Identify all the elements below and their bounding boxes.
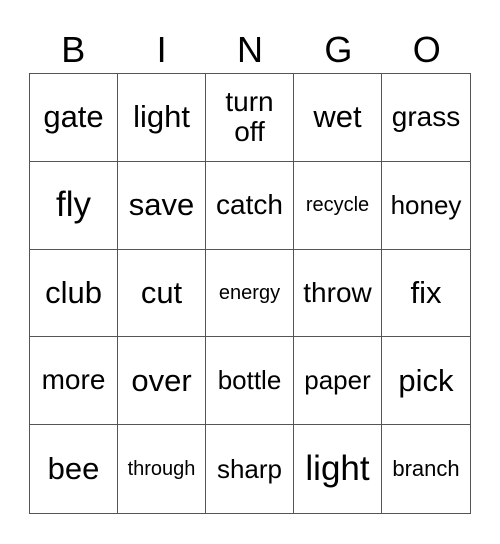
bingo-cell: gate bbox=[30, 74, 118, 162]
bingo-cell: branch bbox=[392, 456, 460, 481]
bingo-cell: recycle bbox=[294, 161, 382, 250]
bingo-cell: paper bbox=[294, 337, 382, 426]
bingo-cell: wet bbox=[294, 74, 382, 162]
bingo-cell: bee bbox=[30, 425, 118, 513]
bingo-cell: honey bbox=[382, 162, 470, 250]
bingo-cell: light bbox=[294, 425, 382, 513]
bingo-cell: cut bbox=[118, 249, 206, 338]
bingo-cell: save bbox=[118, 161, 206, 250]
header-letter-b: B bbox=[61, 29, 86, 70]
bingo-cell: grass bbox=[382, 74, 470, 162]
bingo-grid: gate light turn off wet grass fly save c… bbox=[29, 73, 471, 514]
bingo-cell: energy bbox=[206, 249, 294, 338]
bingo-cell: through bbox=[118, 425, 206, 513]
bingo-cell: fly bbox=[30, 161, 118, 250]
bingo-cell: throw bbox=[294, 249, 382, 338]
bingo-cell: bottle bbox=[206, 337, 294, 426]
bingo-cell: club bbox=[30, 249, 118, 338]
bingo-cell: more bbox=[30, 337, 118, 426]
bingo-cell: light bbox=[118, 74, 206, 162]
bingo-cell: turn off bbox=[206, 74, 294, 162]
bingo-cell: catch bbox=[206, 161, 294, 250]
header-letter-n: N bbox=[236, 29, 263, 70]
header-letter-g: G bbox=[324, 29, 353, 70]
header-letter-o: O bbox=[412, 29, 441, 70]
bingo-cell: fix bbox=[382, 250, 470, 338]
header-letter-i: I bbox=[156, 29, 167, 70]
bingo-cell: pick bbox=[382, 337, 470, 426]
bingo-cell: over bbox=[118, 337, 206, 426]
bingo-cell: sharp bbox=[206, 425, 294, 513]
bingo-header: B I N G O bbox=[29, 28, 471, 72]
